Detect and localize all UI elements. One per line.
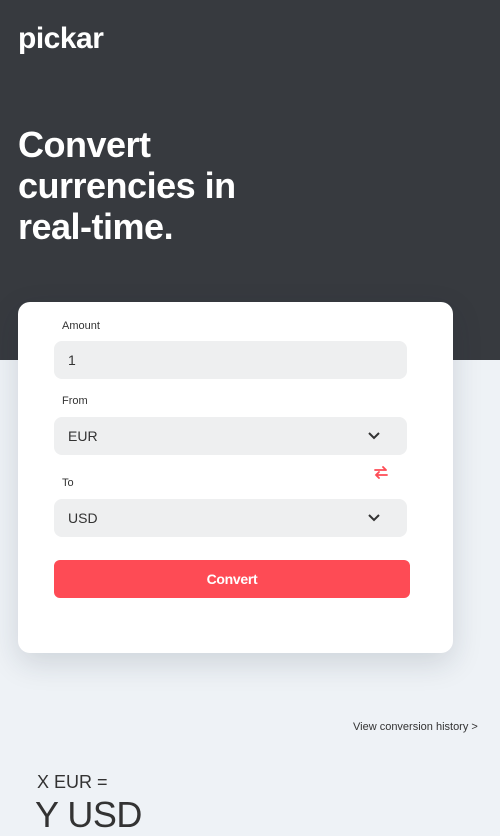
chevron-down-icon	[368, 514, 380, 522]
result-from: X EUR =	[37, 772, 108, 792]
amount-input[interactable]: 1	[54, 341, 407, 379]
from-label: From	[62, 395, 88, 407]
converter-card: Amount 1 From EUR To USD Convert	[18, 302, 453, 653]
page-headline: Convert currencies in real-time.	[18, 124, 236, 247]
to-currency-value: USD	[68, 510, 98, 526]
result-to: Y USD	[35, 794, 142, 835]
to-label: To	[62, 477, 74, 489]
from-currency-value: EUR	[68, 428, 98, 444]
view-history-link[interactable]: View conversion history >	[353, 721, 478, 733]
brand-logo[interactable]: pickar	[18, 22, 104, 56]
convert-button[interactable]: Convert	[54, 560, 410, 598]
amount-label: Amount	[62, 320, 100, 332]
chevron-down-icon	[368, 432, 380, 440]
to-currency-select[interactable]: USD	[54, 499, 407, 537]
swap-arrows-icon[interactable]	[372, 464, 390, 482]
from-currency-select[interactable]: EUR	[54, 417, 407, 455]
